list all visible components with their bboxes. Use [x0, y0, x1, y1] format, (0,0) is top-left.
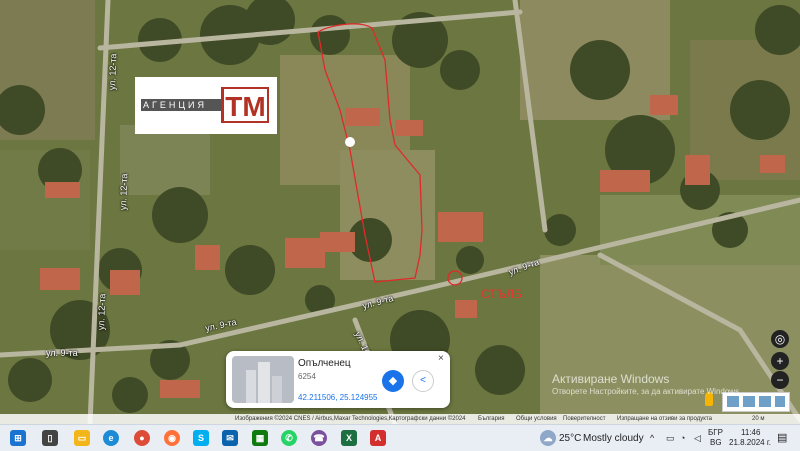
skype-icon[interactable]: S	[193, 430, 209, 446]
close-button[interactable]: ×	[438, 353, 444, 364]
share-button[interactable]: <	[412, 370, 434, 392]
input-language-bottom[interactable]: BG	[710, 438, 722, 447]
layer-thumb-icon	[743, 396, 755, 407]
volume-icon[interactable]: ◁	[694, 433, 701, 444]
road-label: ул. 12-та	[107, 53, 119, 91]
logo-agency-text: АГЕНЦИЯ	[141, 99, 221, 111]
place-thumbnail[interactable]	[232, 356, 294, 403]
place-postal-code: 6254	[298, 372, 316, 381]
satellite-map[interactable]: ул. 12-та ул. 12-та ул. 12-та ул. 9-та у…	[0, 0, 800, 424]
road-label: ул. 12-та	[118, 173, 130, 211]
task-view-icon[interactable]: ▯	[42, 430, 58, 446]
privacy-link[interactable]: Поверителност	[563, 414, 606, 424]
weather-icon[interactable]: ☁	[540, 430, 556, 446]
file-explorer-icon[interactable]: ▭	[74, 430, 90, 446]
hidden-icons-chevron-icon[interactable]: ^	[650, 433, 654, 443]
notifications-icon[interactable]: ▤	[777, 431, 787, 444]
spreadsheet-icon[interactable]: ▦	[252, 430, 268, 446]
viber-icon[interactable]: ☎	[311, 430, 327, 446]
excel-icon[interactable]: X	[341, 430, 357, 446]
weather-description[interactable]: Mostly cloudy	[583, 433, 644, 444]
plus-icon: +	[776, 354, 784, 368]
share-icon: <	[420, 375, 426, 386]
windows-taskbar: ⊞ ▯ ▭ e ● ◉ S ✉ ▦ ✆ ☎ X A ☁ 25°C Mostly …	[0, 424, 800, 451]
directions-button[interactable]: ◆	[382, 370, 404, 392]
zoom-out-button[interactable]: −	[771, 371, 789, 389]
clock-time[interactable]: 11:46	[741, 428, 760, 437]
feedback-link[interactable]: Изпращане на отзиви за продукта	[617, 414, 712, 424]
layer-thumb-icon	[759, 396, 771, 407]
road-label: ул. 9-та	[46, 348, 78, 358]
wifi-icon[interactable]: ◔	[680, 433, 685, 443]
agency-logo: АГЕНЦИЯ ТМ	[135, 77, 277, 134]
directions-icon: ◆	[388, 375, 398, 387]
edge-icon[interactable]: e	[103, 430, 119, 446]
watermark-subtitle: Отворете Настройките, за да активирате W…	[552, 387, 740, 396]
zoom-in-button[interactable]: +	[771, 352, 789, 370]
weather-temperature[interactable]: 25°C	[559, 433, 581, 444]
whatsapp-icon[interactable]: ✆	[281, 430, 297, 446]
windows-activation-watermark: Активиране Windows Отворете Настройките,…	[552, 372, 739, 396]
place-coordinates[interactable]: 42.211506, 25.124955	[298, 393, 377, 402]
watermark-title: Активиране Windows	[552, 372, 670, 386]
place-card[interactable]: Опълченец 6254 42.211506, 25.124955 ◆ < …	[226, 351, 450, 408]
input-language-top[interactable]: БГР	[708, 428, 723, 437]
logo-mark: ТМ	[221, 87, 269, 123]
keyboard-icon[interactable]: ▭	[666, 433, 675, 444]
country-link[interactable]: България	[478, 414, 505, 424]
imagery-credit: Изображения ©2024 CNES / Airbus,Maxar Te…	[235, 416, 466, 422]
stop-annotation: СТЪЛБ	[481, 287, 522, 301]
mail-icon[interactable]: ✉	[222, 430, 238, 446]
firefox-icon[interactable]: ◉	[164, 430, 180, 446]
windows-start-icon[interactable]: ⊞	[10, 430, 26, 446]
clock-date[interactable]: 21.8.2024 г.	[729, 438, 771, 447]
compass-icon: ◎	[774, 332, 786, 346]
road-label: ул. 12-та	[96, 293, 108, 331]
minus-icon: −	[776, 373, 784, 387]
pdf-reader-icon[interactable]: A	[370, 430, 386, 446]
map-attribution-bar: Изображения ©2024 CNES / Airbus,Maxar Te…	[0, 414, 800, 424]
place-name: Опълченец	[298, 358, 351, 369]
terms-link[interactable]: Общи условия	[516, 414, 557, 424]
compass-button[interactable]: ◎	[771, 330, 789, 348]
chrome-icon[interactable]: ●	[134, 430, 150, 446]
layer-thumb-icon	[775, 396, 785, 407]
scale-label[interactable]: 20 м	[752, 414, 764, 424]
layer-thumb-icon	[727, 396, 739, 407]
